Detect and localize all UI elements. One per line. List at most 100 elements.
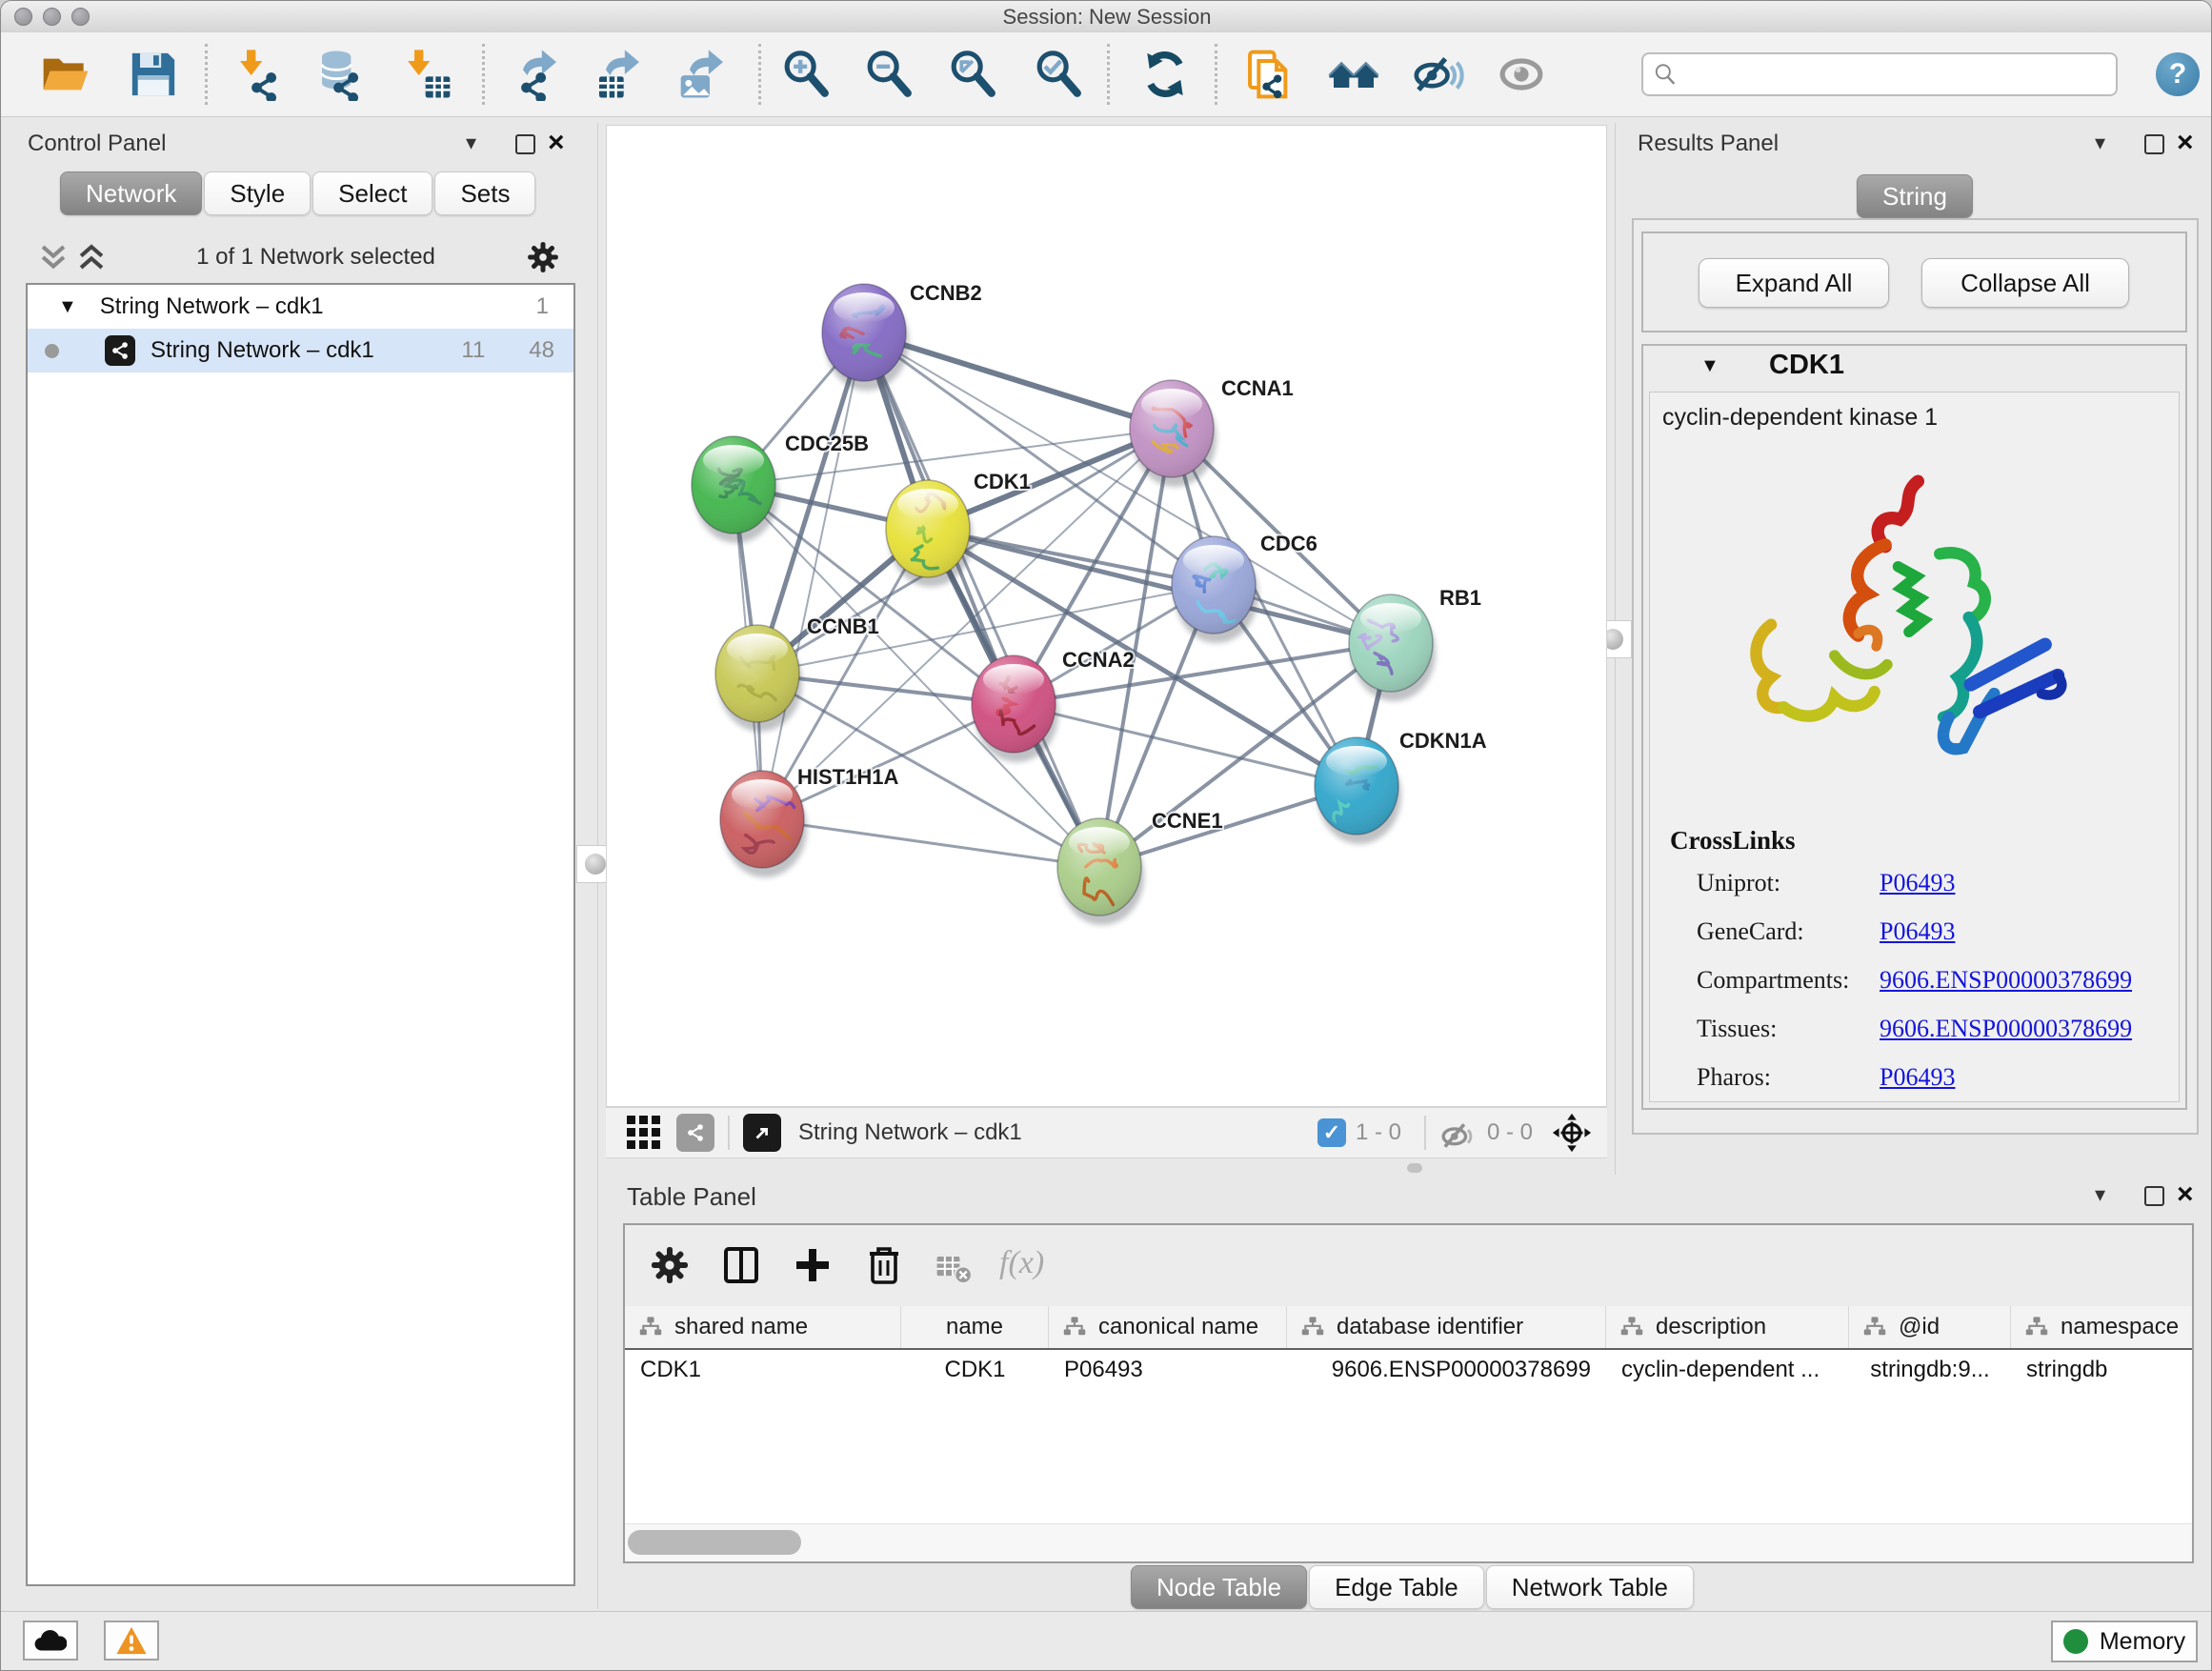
toolbar-separator	[1107, 44, 1110, 105]
tab-string[interactable]: String	[1857, 174, 1973, 218]
column-header-shared-name[interactable]: shared name	[625, 1306, 901, 1348]
crosslink-link[interactable]: P06493	[1880, 869, 1955, 897]
zoom-in-icon[interactable]	[779, 48, 833, 101]
network-node-CCNB1[interactable]	[715, 625, 802, 732]
table-options-gear-icon[interactable]	[647, 1242, 693, 1288]
expand-all-button[interactable]: Expand All	[1699, 258, 1889, 308]
zoom-selected-icon[interactable]	[1032, 48, 1085, 101]
network-canvas[interactable]: CCNB2CCNA1CDC25BCDK1CDC6RB1CCNB1CCNA2CDK…	[606, 125, 1607, 1107]
column-header-database-identifier[interactable]: database identifier	[1287, 1306, 1606, 1348]
tab-edge-table[interactable]: Edge Table	[1309, 1565, 1484, 1609]
network-node-CCNA1[interactable]	[1130, 380, 1217, 487]
network-collection-row[interactable]: ▼ String Network – cdk1 1	[28, 285, 573, 329]
zoom-out-icon[interactable]	[862, 48, 915, 101]
expand-all-icon[interactable]	[75, 243, 108, 272]
import-table-icon[interactable]	[401, 48, 454, 101]
control-panel-float-icon[interactable]	[515, 134, 535, 154]
tab-style[interactable]: Style	[204, 171, 311, 215]
network-edge-CCNB2-CCNA1[interactable]	[864, 332, 1172, 429]
table-horizontal-scrollbar[interactable]	[625, 1523, 2192, 1561]
crosslink-link[interactable]: 9606.ENSP00000378699	[1880, 1015, 2132, 1043]
table-cell[interactable]: P06493	[1049, 1350, 1287, 1390]
network-edge-CCNB2-CCNE1[interactable]	[864, 332, 1099, 867]
table-cell[interactable]: stringdb:9...	[1849, 1350, 2011, 1390]
network-node-CDK1[interactable]	[886, 480, 973, 587]
table-cell[interactable]: stringdb	[2011, 1350, 2192, 1390]
control-panel-close-icon[interactable]: ×	[548, 132, 565, 153]
table-panel-collapse-icon[interactable]: ▾	[2095, 1182, 2105, 1207]
network-options-gear-icon[interactable]	[524, 238, 562, 276]
results-panel-float-icon[interactable]	[2144, 134, 2164, 154]
column-header-description[interactable]: description	[1606, 1306, 1849, 1348]
column-header-@id[interactable]: @id	[1849, 1306, 2011, 1348]
search-input[interactable]	[1689, 56, 2112, 94]
protein-structure-image	[1706, 447, 2106, 828]
table-cell[interactable]: 9606.ENSP00000378699	[1287, 1350, 1606, 1390]
show-grid-icon[interactable]	[627, 1116, 661, 1150]
delete-column-icon[interactable]	[861, 1242, 907, 1288]
help-button[interactable]: ?	[2156, 52, 2200, 96]
zoom-fit-icon[interactable]	[946, 48, 999, 101]
table-cell[interactable]: CDK1	[625, 1350, 901, 1390]
export-image-icon[interactable]	[670, 48, 723, 101]
open-file-icon[interactable]	[39, 48, 92, 101]
string-import-icon[interactable]	[1243, 48, 1297, 101]
first-neighbors-icon[interactable]	[1327, 48, 1380, 101]
network-node-RB1[interactable]	[1349, 594, 1436, 701]
import-network-from-database-icon[interactable]	[315, 48, 369, 101]
collection-expander-icon[interactable]: ▼	[58, 296, 77, 318]
tab-network[interactable]: Network	[60, 171, 202, 215]
network-node-CDC6[interactable]	[1172, 536, 1258, 643]
table-cell[interactable]: CDK1	[901, 1350, 1049, 1390]
network-node-HIST1H1A[interactable]	[720, 771, 807, 877]
collapse-all-icon[interactable]	[37, 243, 70, 272]
table-panel-float-icon[interactable]	[2144, 1186, 2164, 1206]
add-column-icon[interactable]	[790, 1242, 835, 1288]
column-header-name[interactable]: name	[901, 1306, 1049, 1348]
selected-checkbox[interactable]: ✓	[1317, 1118, 1346, 1147]
network-node-CDC25B[interactable]	[692, 436, 778, 543]
show-columns-icon[interactable]	[718, 1242, 764, 1288]
hide-selected-icon[interactable]	[1411, 48, 1464, 101]
gene-section-expander-icon[interactable]: ▼	[1700, 355, 1719, 377]
tree-column-icon	[1862, 1315, 1887, 1339]
control-panel-collapse-icon[interactable]: ▾	[466, 131, 476, 155]
crosslink-link[interactable]: 9606.ENSP00000378699	[1880, 966, 2132, 995]
results-panel-collapse-icon[interactable]: ▾	[2095, 131, 2105, 155]
table-scrollbar-thumb[interactable]	[628, 1530, 801, 1555]
import-network-icon[interactable]	[233, 48, 287, 101]
tab-network-table[interactable]: Network Table	[1486, 1565, 1694, 1609]
refresh-icon[interactable]	[1138, 48, 1192, 101]
collapse-all-button[interactable]: Collapse All	[1921, 258, 2129, 308]
cloud-status-button[interactable]	[23, 1621, 78, 1661]
export-table-icon[interactable]	[586, 48, 639, 101]
warnings-button[interactable]	[104, 1621, 159, 1661]
network-share-icon[interactable]	[676, 1114, 714, 1152]
network-row-selected[interactable]: String Network – cdk1 11 48	[28, 329, 573, 372]
network-edge-HIST1H1A-CCNE1[interactable]	[762, 819, 1099, 867]
crosslink-link[interactable]: P06493	[1880, 1063, 1955, 1092]
column-header-canonical-name[interactable]: canonical name	[1049, 1306, 1287, 1348]
fit-selected-crosshair-icon[interactable]	[1550, 1111, 1594, 1155]
export-network-icon[interactable]	[503, 48, 556, 101]
birdseye-view-icon[interactable]	[743, 1114, 781, 1152]
crosslink-link[interactable]: P06493	[1880, 917, 1955, 946]
table-cell[interactable]: cyclin-dependent ...	[1606, 1350, 1849, 1390]
horizontal-splitter-handle[interactable]	[1407, 1163, 1422, 1173]
table-panel-close-icon[interactable]: ×	[2177, 1184, 2194, 1205]
save-session-icon[interactable]	[127, 48, 180, 101]
memory-button[interactable]: Memory	[2051, 1621, 2198, 1662]
tab-select[interactable]: Select	[312, 171, 432, 215]
search-box	[1641, 52, 2118, 96]
tab-node-table[interactable]: Node Table	[1131, 1565, 1307, 1609]
network-node-CCNB2[interactable]	[822, 284, 909, 391]
column-header-namespace[interactable]: namespace	[2011, 1306, 2192, 1348]
results-panel-close-icon[interactable]: ×	[2177, 132, 2194, 153]
collection-label: String Network – cdk1	[100, 293, 324, 320]
node-label-CDK1: CDK1	[974, 470, 1031, 493]
table-row[interactable]: CDK1CDK1P064939606.ENSP00000378699cyclin…	[625, 1350, 2192, 1390]
show-all-icon[interactable]	[1495, 48, 1548, 101]
network-node-CDKN1A[interactable]	[1315, 737, 1401, 844]
network-node-CCNE1[interactable]	[1057, 818, 1144, 925]
tab-sets[interactable]: Sets	[434, 171, 535, 215]
